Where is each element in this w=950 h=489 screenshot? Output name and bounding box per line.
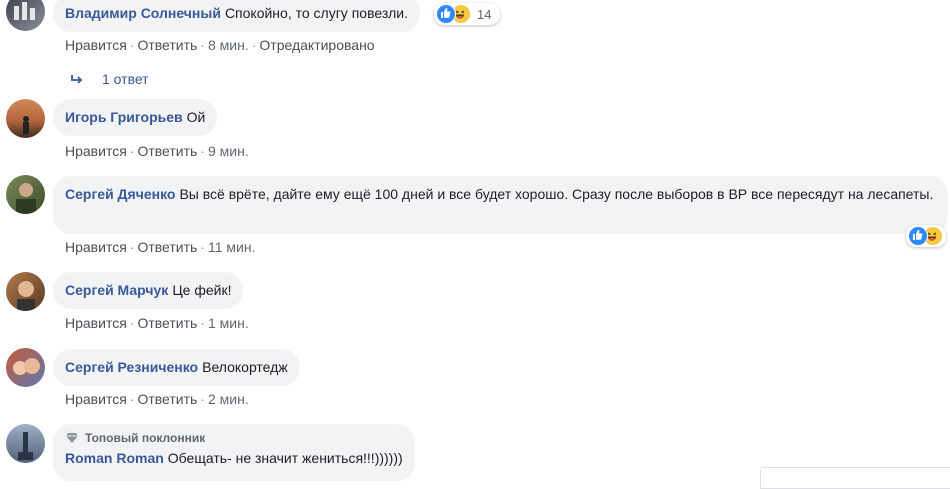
avatar-image <box>13 358 40 375</box>
comment-author[interactable]: Сергей Резниченко <box>65 359 198 375</box>
comment-text: Вы всё врёте, дайте ему ещё 100 дней и в… <box>179 186 934 202</box>
comment-bubble: Владимир Солнечный Спокойно, то слугу пов… <box>53 0 420 32</box>
comment-author[interactable]: Игорь Григорьев <box>65 109 183 125</box>
comment-text: Спокойно, то слугу повезли. <box>224 5 408 21</box>
replies-count: 1 ответ <box>102 71 149 87</box>
reply-link[interactable]: Ответить <box>137 239 197 255</box>
edited-label[interactable]: Отредактировано <box>259 37 374 53</box>
comment-actions: Нравится · Ответить · 1 мин. <box>65 315 249 331</box>
comment-text: Ой <box>186 109 206 125</box>
comment-text: Велокортедж <box>202 359 288 375</box>
avatar[interactable] <box>6 424 45 463</box>
comment-timestamp[interactable]: 9 мин. <box>208 143 249 159</box>
reply-link[interactable]: Ответить <box>137 37 197 53</box>
like-link[interactable]: Нравится <box>65 315 127 331</box>
avatar-image <box>16 183 36 214</box>
separator: · <box>129 37 135 53</box>
separator: · <box>251 37 257 53</box>
comment-timestamp[interactable]: 2 мин. <box>208 391 249 407</box>
separator: · <box>200 391 205 407</box>
like-link[interactable]: Нравится <box>65 391 127 407</box>
avatar[interactable] <box>6 99 45 138</box>
chat-box-edge <box>760 467 950 489</box>
comment-timestamp[interactable]: 1 мин. <box>208 315 249 331</box>
avatar-image <box>17 281 35 311</box>
like-link[interactable]: Нравится <box>65 143 127 159</box>
avatar-image <box>18 432 33 460</box>
like-link[interactable]: Нравится <box>65 239 127 255</box>
top-fan-badge[interactable]: Топовый поклонник <box>65 430 403 446</box>
diamond-icon <box>66 433 78 443</box>
avatar[interactable] <box>6 272 45 311</box>
reply-link[interactable]: Ответить <box>137 315 197 331</box>
avatar-image <box>23 116 29 134</box>
separator: · <box>200 37 205 53</box>
reactions-summary[interactable] <box>906 225 946 247</box>
comment-actions: Нравится · Ответить · 8 мин. · Отредактировано <box>65 37 375 53</box>
comment-author[interactable]: Сергей Марчук <box>65 282 168 298</box>
separator: · <box>129 315 135 331</box>
separator: · <box>129 391 135 407</box>
comment-bubble: Сергей Марчук Це фейк! <box>53 272 244 309</box>
reply-arrow-icon <box>71 75 83 84</box>
separator: · <box>200 239 205 255</box>
avatar[interactable] <box>6 0 45 31</box>
comment-actions: Нравится · Ответить · 2 мин. <box>65 391 249 407</box>
avatar[interactable] <box>6 175 45 214</box>
comment-author[interactable]: Roman Roman <box>65 450 164 466</box>
comment-author[interactable]: Сергей Дяченко <box>65 186 175 202</box>
like-link[interactable]: Нравится <box>65 37 127 53</box>
comment-bubble: Игорь Григорьев Ой <box>53 99 218 136</box>
comment-timestamp[interactable]: 8 мин. <box>208 37 249 53</box>
separator: · <box>200 315 205 331</box>
avatar[interactable] <box>6 348 45 387</box>
avatar-image <box>14 2 35 20</box>
comment-actions: Нравится · Ответить · 9 мин. <box>65 143 249 159</box>
comment-bubble: Сергей Резниченко Велокортедж <box>53 349 300 386</box>
like-icon <box>908 226 928 246</box>
like-icon <box>436 4 456 24</box>
comment-text: Це фейк! <box>172 282 232 298</box>
comment-actions: Нравится · Ответить · 11 мин. <box>65 239 255 255</box>
comment-author[interactable]: Владимир Солнечный <box>65 5 221 21</box>
reply-link[interactable]: Ответить <box>137 391 197 407</box>
separator: · <box>129 143 135 159</box>
comment-bubble: Сергей Дяченко Вы всё врёте, дайте ему ещ… <box>53 176 948 234</box>
comment-text: Обещать- не значит жениться!!!)))))) <box>167 450 403 466</box>
separator: · <box>200 143 205 159</box>
reply-link[interactable]: Ответить <box>137 143 197 159</box>
badge-label: Топовый поклонник <box>85 431 206 445</box>
reaction-count: 14 <box>477 6 492 22</box>
view-replies-link[interactable]: 1 ответ <box>70 71 149 87</box>
comment-timestamp[interactable]: 11 мин. <box>208 239 256 255</box>
reactions-summary[interactable]: 14 <box>434 3 500 25</box>
comment-bubble: Топовый поклонник Roman Roman Обещать- не… <box>53 424 415 481</box>
separator: · <box>129 239 135 255</box>
